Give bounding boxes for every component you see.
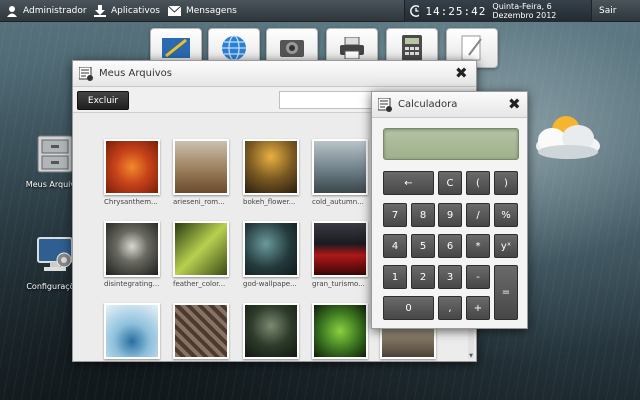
file-thumbnail[interactable]: feather_color... xyxy=(173,221,229,288)
menu-aplicativos[interactable]: Aplicativos xyxy=(94,0,160,22)
file-thumbnail[interactable]: Chrysanthem... xyxy=(104,139,160,206)
menu-aplicativos-label: Aplicativos xyxy=(111,6,160,16)
calculator-window: Calculadora ✖ ← C ( ) 7 8 9 / % 4 5 6 * … xyxy=(371,91,528,329)
file-name: Chrysanthem... xyxy=(104,198,158,206)
files-search-input[interactable] xyxy=(279,91,375,109)
file-thumbnail[interactable]: gran_turismo... xyxy=(312,221,368,288)
menu-mensagens-label: Mensagens xyxy=(186,6,237,16)
file-name: cold_autumn... xyxy=(312,198,364,206)
calc-key-3[interactable]: 3 xyxy=(438,265,462,289)
files-window-icon xyxy=(79,66,93,81)
file-thumbnail[interactable] xyxy=(312,303,368,361)
file-thumbnail[interactable]: cold_autumn... xyxy=(312,139,368,206)
download-icon xyxy=(94,5,106,17)
calc-key-comma[interactable]: , xyxy=(438,296,462,320)
calc-key-4[interactable]: 4 xyxy=(383,234,407,258)
browser-globe-icon xyxy=(222,35,246,61)
menu-mensagens[interactable]: Mensagens xyxy=(168,0,237,22)
file-image xyxy=(312,139,368,195)
file-image xyxy=(312,303,368,359)
printer-icon xyxy=(340,37,364,59)
file-name: god-wallpape... xyxy=(243,280,297,288)
top-bar: Administrador Aplicativos Mensagens 14:2… xyxy=(0,0,640,22)
files-window-titlebar[interactable]: Meus Arquivos xyxy=(73,61,476,87)
calc-key-7[interactable]: 7 xyxy=(383,203,407,227)
file-image xyxy=(243,221,299,277)
mail-icon xyxy=(168,6,181,16)
file-image xyxy=(312,221,368,277)
document-icon xyxy=(461,35,482,61)
calculator-display xyxy=(383,128,519,160)
calc-key-8[interactable]: 8 xyxy=(411,203,435,227)
menu-administrador-label: Administrador xyxy=(23,6,87,16)
calc-key-6[interactable]: 6 xyxy=(438,234,462,258)
calculator-icon xyxy=(402,35,422,61)
calc-key-9[interactable]: 9 xyxy=(438,203,462,227)
calc-key-5[interactable]: 5 xyxy=(411,234,435,258)
file-image xyxy=(104,221,160,277)
clock-icon xyxy=(410,5,420,17)
file-image xyxy=(173,221,229,277)
calc-key-divide[interactable]: / xyxy=(466,203,490,227)
calc-key-close-paren[interactable]: ) xyxy=(494,171,518,195)
file-cabinet-icon xyxy=(37,135,73,173)
file-name: disintegrating... xyxy=(104,280,160,288)
calc-key-2[interactable]: 2 xyxy=(411,265,435,289)
media-app-icon xyxy=(280,40,304,57)
file-thumbnail[interactable]: god-wallpape... xyxy=(243,221,299,288)
settings-monitor-icon xyxy=(37,237,73,271)
calc-key-1[interactable]: 1 xyxy=(383,265,407,289)
file-image xyxy=(104,139,160,195)
menu-administrador[interactable]: Administrador xyxy=(6,0,87,22)
files-window-title: Meus Arquivos xyxy=(99,68,172,79)
file-thumbnail[interactable] xyxy=(104,303,160,361)
file-thumbnail[interactable]: disintegrating... xyxy=(104,221,160,288)
user-icon xyxy=(7,6,17,17)
calculator-window-titlebar[interactable]: Calculadora xyxy=(372,92,527,118)
delete-button[interactable]: Excluir xyxy=(77,91,129,110)
calculator-window-icon xyxy=(378,97,392,112)
clock-box: 14:25:42 Quinta-Feira, 6 Dezembro 2012 xyxy=(404,0,592,22)
calc-key-backspace[interactable]: ← xyxy=(383,171,434,195)
calc-key-plus[interactable]: + xyxy=(466,296,490,320)
file-image xyxy=(243,303,299,359)
calc-key-minus[interactable]: - xyxy=(466,265,490,289)
calc-key-clear[interactable]: C xyxy=(438,171,462,195)
file-thumbnail[interactable] xyxy=(173,303,229,361)
calc-key-multiply[interactable]: * xyxy=(466,234,490,258)
weather-widget-icon xyxy=(536,116,600,159)
file-image xyxy=(104,303,160,359)
calculator-window-title: Calculadora xyxy=(398,99,458,110)
calc-key-0[interactable]: 0 xyxy=(383,296,434,320)
file-thumbnail[interactable]: arieseni_rom... xyxy=(173,139,229,206)
file-thumbnail[interactable] xyxy=(243,303,299,361)
calc-key-percent[interactable]: % xyxy=(494,203,518,227)
calculator-close-icon[interactable]: ✖ xyxy=(508,97,521,112)
clock-time: 14:25:42 xyxy=(425,4,487,18)
file-name: feather_color... xyxy=(173,280,226,288)
file-thumbnail[interactable]: bokeh_flower... xyxy=(243,139,299,206)
calc-key-power[interactable]: yˣ xyxy=(494,234,518,258)
files-window-close-icon[interactable]: ✖ xyxy=(455,66,468,81)
graphics-app-icon xyxy=(162,38,190,58)
file-image xyxy=(173,303,229,359)
file-name: arieseni_rom... xyxy=(173,198,225,206)
file-name: bokeh_flower... xyxy=(243,198,296,206)
calc-key-equals[interactable]: = xyxy=(494,265,518,320)
file-image xyxy=(173,139,229,195)
logout-button[interactable]: Sair xyxy=(599,0,616,22)
file-image xyxy=(243,139,299,195)
calc-key-open-paren[interactable]: ( xyxy=(466,171,490,195)
clock-date: Quinta-Feira, 6 Dezembro 2012 xyxy=(492,2,557,20)
scroll-down-icon[interactable]: ▼ xyxy=(468,353,474,359)
file-name: gran_turismo... xyxy=(312,280,365,288)
